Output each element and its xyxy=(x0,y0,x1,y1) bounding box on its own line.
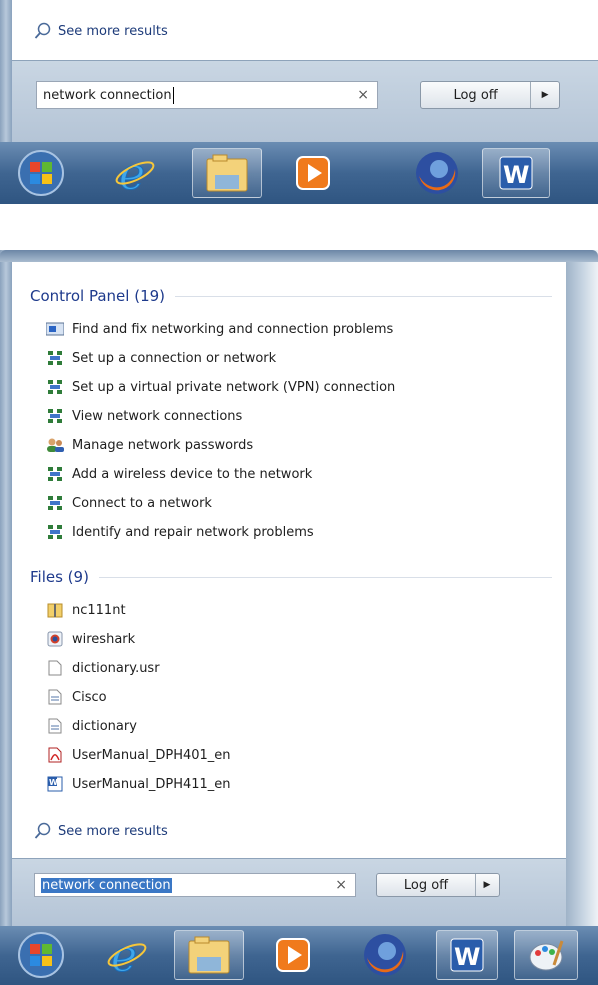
result-item-label: Set up a virtual private network (VPN) c… xyxy=(72,379,396,395)
word-icon[interactable]: W xyxy=(482,148,550,198)
menu-frame-left xyxy=(0,0,12,148)
see-more-results-link-2[interactable]: See more results xyxy=(34,822,168,840)
logoff-label: Log off xyxy=(377,874,476,896)
search-input-text: network connection xyxy=(43,87,172,103)
file-explorer-icon[interactable] xyxy=(174,930,244,980)
blank-file-icon xyxy=(46,660,64,676)
file-item-dictionary[interactable]: dictionary xyxy=(46,714,137,738)
media-player-icon[interactable] xyxy=(262,930,324,980)
word-icon[interactable]: W xyxy=(436,930,498,980)
result-item-label: View network connections xyxy=(72,408,243,424)
files-group-header[interactable]: Files (9) xyxy=(30,566,552,588)
search-strip: network connection × Log off ▶ xyxy=(12,60,598,143)
search-input-text-selected: network connection xyxy=(41,877,172,893)
svg-text:W: W xyxy=(49,778,58,787)
search-strip-2: network connection × Log off ▶ xyxy=(12,858,566,927)
result-item-label: Connect to a network xyxy=(72,495,212,511)
file-item-usermanual-411[interactable]: W UserManual_DPH411_en xyxy=(46,772,231,796)
search-input-2[interactable]: network connection × xyxy=(34,873,356,897)
taskbar-top: e W xyxy=(0,142,598,204)
start-orb-icon[interactable] xyxy=(10,148,72,198)
file-item-label: UserManual_DPH411_en xyxy=(72,776,231,792)
firefox-icon[interactable] xyxy=(406,148,468,198)
header-divider xyxy=(98,576,552,578)
zip-folder-icon xyxy=(46,602,64,618)
result-item-label: Add a wireless device to the network xyxy=(72,466,313,482)
taskbar-bottom: e W xyxy=(0,926,598,985)
file-item-label: dictionary xyxy=(72,718,137,734)
result-item-label: Manage network passwords xyxy=(72,437,254,453)
see-more-results-label: See more results xyxy=(58,23,168,39)
control-panel-header-label: Control Panel (19) xyxy=(30,287,166,305)
clear-search-icon[interactable]: × xyxy=(357,87,369,103)
menu-frame-left-2 xyxy=(0,250,12,955)
see-more-results-label: See more results xyxy=(58,823,168,839)
logoff-label: Log off xyxy=(421,82,532,108)
result-item-label: Set up a connection or network xyxy=(72,350,277,366)
result-item-label: Identify and repair network problems xyxy=(72,524,314,540)
internet-explorer-icon[interactable]: e xyxy=(104,148,166,198)
paint-icon[interactable] xyxy=(514,930,578,980)
search-input[interactable]: network connection × xyxy=(36,81,378,109)
file-item-label: Cisco xyxy=(72,689,107,705)
users-icon xyxy=(46,437,64,453)
troubleshoot-icon xyxy=(46,321,64,337)
file-explorer-icon[interactable] xyxy=(192,148,262,198)
svg-text:W: W xyxy=(503,161,529,189)
network-icon xyxy=(46,350,64,366)
header-divider xyxy=(175,295,552,297)
result-item-find-fix[interactable]: Find and fix networking and connection p… xyxy=(46,317,393,341)
file-item-label: UserManual_DPH401_en xyxy=(72,747,231,763)
file-item-dictionary-usr[interactable]: dictionary.usr xyxy=(46,656,160,680)
word-doc-icon: W xyxy=(46,776,64,792)
result-item-vpn[interactable]: Set up a virtual private network (VPN) c… xyxy=(46,375,395,399)
result-item-view-connections[interactable]: View network connections xyxy=(46,404,242,428)
search-icon xyxy=(34,22,51,39)
text-caret xyxy=(172,86,174,104)
media-player-icon[interactable] xyxy=(282,148,344,198)
file-item-nc111nt[interactable]: nc111nt xyxy=(46,598,126,622)
logoff-button[interactable]: Log off ▶ xyxy=(420,81,560,109)
network-icon xyxy=(46,524,64,540)
file-item-usermanual-401[interactable]: UserManual_DPH401_en xyxy=(46,743,231,767)
result-item-setup-connection[interactable]: Set up a connection or network xyxy=(46,346,276,370)
file-item-wireshark[interactable]: wireshark xyxy=(46,627,135,651)
network-icon xyxy=(46,466,64,482)
network-icon xyxy=(46,379,64,395)
result-item-passwords[interactable]: Manage network passwords xyxy=(46,433,253,457)
logoff-options-arrow-icon[interactable]: ▶ xyxy=(476,874,498,896)
result-item-connect[interactable]: Connect to a network xyxy=(46,491,212,515)
result-item-identify-repair[interactable]: Identify and repair network problems xyxy=(46,520,314,544)
file-item-label: dictionary.usr xyxy=(72,660,160,676)
firefox-icon[interactable] xyxy=(354,930,416,980)
svg-text:W: W xyxy=(454,943,480,971)
menu-frame-top-2 xyxy=(0,250,598,262)
text-file-icon xyxy=(46,689,64,705)
search-icon xyxy=(34,822,51,839)
pdf-icon xyxy=(46,747,64,763)
start-orb-icon[interactable] xyxy=(10,930,72,980)
control-panel-group-header[interactable]: Control Panel (19) xyxy=(30,285,552,307)
logoff-options-arrow-icon[interactable]: ▶ xyxy=(531,82,559,108)
result-item-wireless[interactable]: Add a wireless device to the network xyxy=(46,462,312,486)
menu-frame-right-2 xyxy=(566,250,598,955)
file-item-label: wireshark xyxy=(72,631,136,647)
see-more-results-link[interactable]: See more results xyxy=(34,22,168,40)
file-item-label: nc111nt xyxy=(72,602,126,618)
clear-search-icon[interactable]: × xyxy=(335,877,347,893)
network-icon xyxy=(46,495,64,511)
file-item-cisco[interactable]: Cisco xyxy=(46,685,107,709)
text-file-icon xyxy=(46,718,64,734)
internet-explorer-icon[interactable]: e xyxy=(96,930,158,980)
network-icon xyxy=(46,408,64,424)
wireshark-icon xyxy=(46,631,64,647)
result-item-label: Find and fix networking and connection p… xyxy=(72,321,394,337)
files-header-label: Files (9) xyxy=(30,568,89,586)
logoff-button-2[interactable]: Log off ▶ xyxy=(376,873,500,897)
